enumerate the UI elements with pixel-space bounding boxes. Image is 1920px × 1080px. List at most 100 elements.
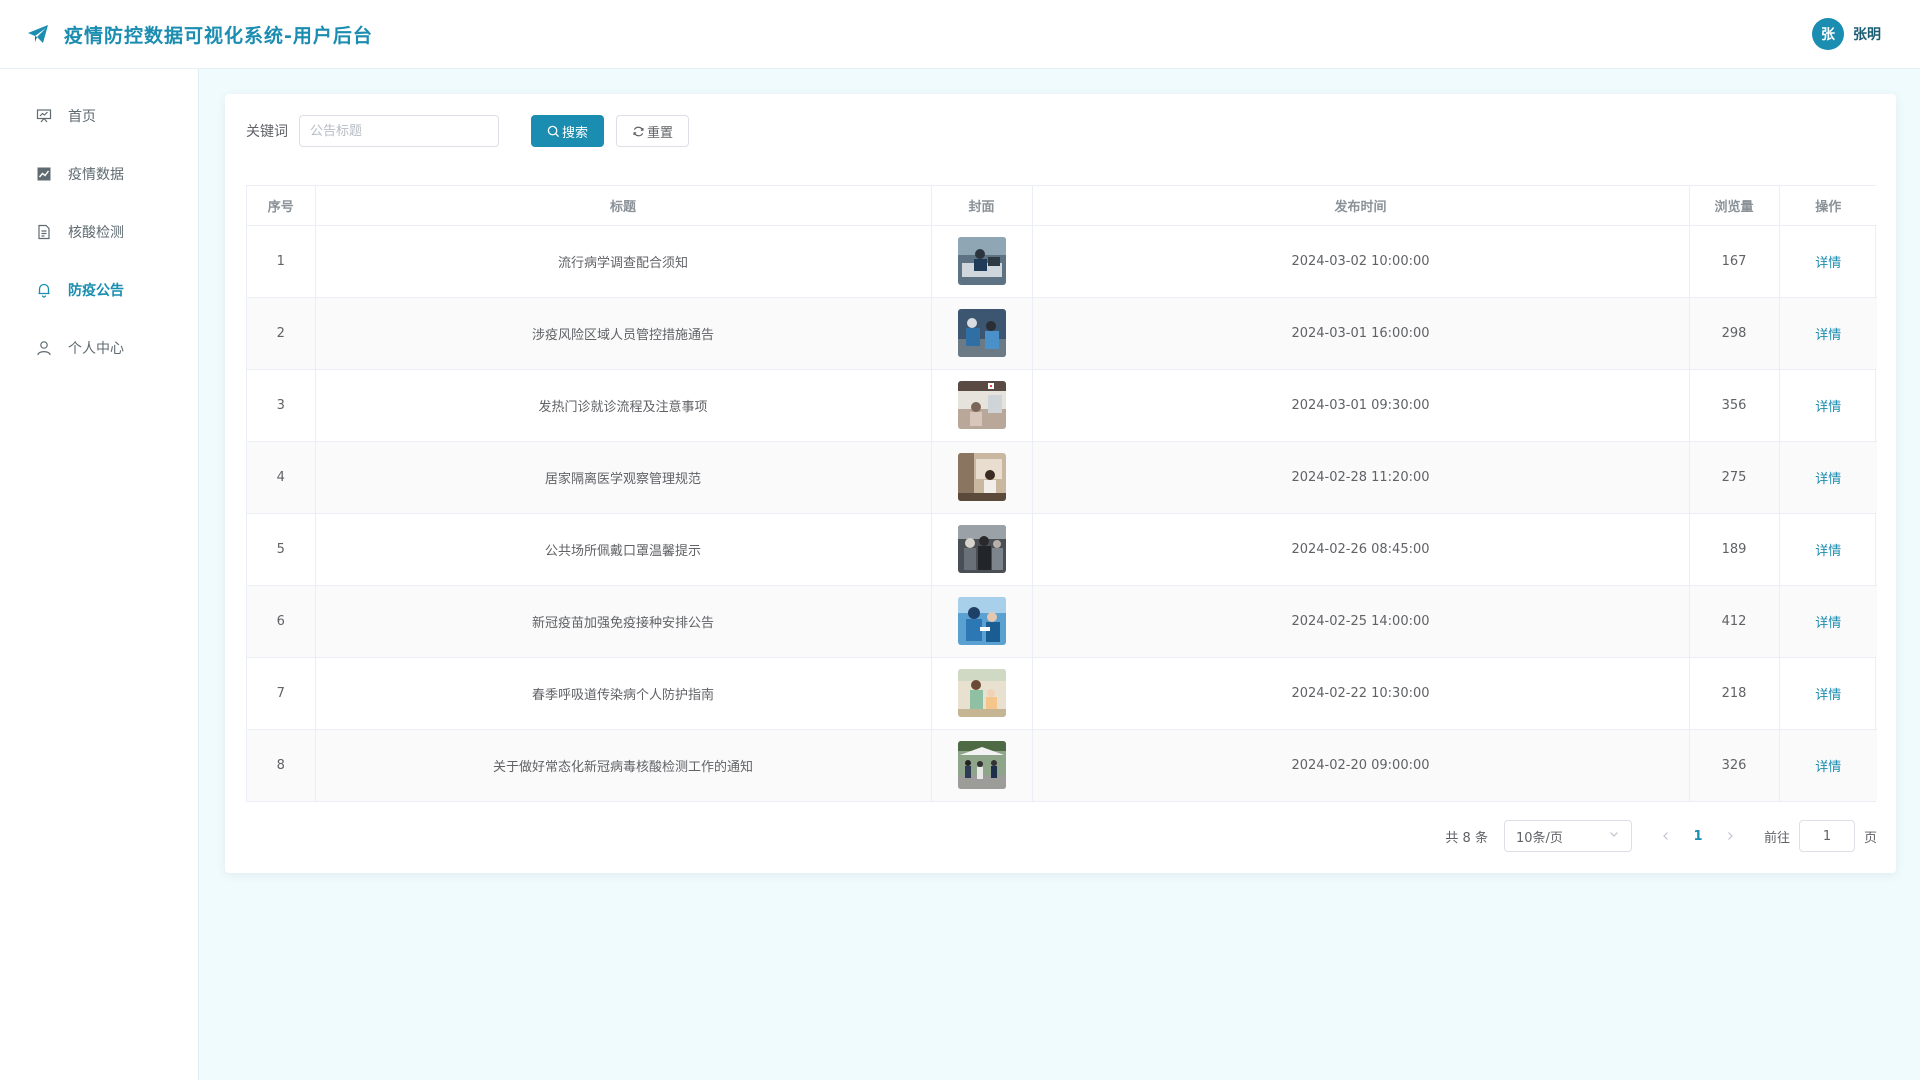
row-index: 8 [247,729,316,801]
column-header-time: 发布时间 [1032,186,1690,226]
table-row: 4 居家隔离医学观察管理规范 2024-02-28 11:20:00 275 详… [247,441,1877,514]
detail-link[interactable]: 详情 [1815,760,1841,775]
cover-image[interactable] [957,597,1006,645]
detail-link[interactable]: 详情 [1815,472,1841,487]
document-icon [36,224,52,240]
search-bar: 关键词 搜索 重置 [246,115,690,147]
row-title: 居家隔离医学观察管理规范 [315,441,932,514]
cover-image[interactable] [957,525,1006,573]
page-jump: 前往 页 [1764,820,1877,852]
sidebar-item-announcements[interactable]: 防疫公告 [0,261,198,319]
detail-link[interactable]: 详情 [1815,256,1841,271]
sidebar-item-label: 防疫公告 [68,283,124,299]
row-time: 2024-02-26 08:45:00 [1032,513,1690,586]
row-cover [931,297,1033,370]
next-page-button[interactable] [1716,831,1744,841]
row-time: 2024-02-20 09:00:00 [1032,729,1690,801]
row-cover [931,585,1033,658]
detail-link[interactable]: 详情 [1815,544,1841,559]
user-name[interactable]: 张明 [1853,24,1881,44]
row-index: 5 [247,513,316,586]
table-row: 3 发热门诊就诊流程及注意事项 2024-03-01 09:30:00 356 … [247,369,1877,442]
reset-button-label: 重置 [647,125,674,141]
sidebar-item-profile[interactable]: 个人中心 [0,319,198,377]
prev-page-button[interactable] [1652,831,1680,841]
chevron-right-icon [1728,832,1733,840]
search-button-label: 搜索 [562,125,589,141]
row-time: 2024-03-01 16:00:00 [1032,297,1690,370]
app-title: 疫情防控数据可视化系统-用户后台 [64,24,373,47]
table-row: 7 春季呼吸道传染病个人防护指南 2024-02-22 10:30:00 218… [247,657,1877,730]
row-index: 4 [247,441,316,514]
total-count: 共 8 条 [1445,830,1488,846]
chevron-down-icon [1608,828,1620,844]
row-title: 流行病学调查配合须知 [315,225,932,298]
announcement-panel: 关键词 搜索 重置 [225,94,1896,873]
row-index: 1 [247,225,316,298]
row-action: 详情 [1779,513,1877,586]
line-chart-icon [36,166,52,182]
detail-link[interactable]: 详情 [1815,688,1841,703]
row-title: 春季呼吸道传染病个人防护指南 [315,657,932,730]
page-number-current[interactable]: 1 [1680,829,1716,844]
row-index: 7 [247,657,316,730]
page-unit-label: 页 [1863,830,1877,846]
detail-link[interactable]: 详情 [1815,400,1841,415]
user-icon [36,340,52,356]
table-row: 1 流行病学调查配合须知 2024-03-02 10:00:00 167 详情 [247,225,1877,298]
row-title: 涉疫风险区域人员管控措施通告 [315,297,932,370]
detail-link[interactable]: 详情 [1815,328,1841,343]
cover-image[interactable] [957,741,1006,790]
row-time: 2024-03-02 10:00:00 [1032,225,1690,298]
cover-image[interactable] [957,453,1006,501]
row-action: 详情 [1779,657,1877,730]
cover-image[interactable] [957,669,1006,717]
row-cover [931,729,1033,801]
top-header: 疫情防控数据可视化系统-用户后台 张 张明 [0,0,1920,69]
detail-link[interactable]: 详情 [1815,616,1841,631]
row-views: 326 [1689,729,1780,801]
row-index: 3 [247,369,316,442]
avatar[interactable]: 张 [1812,18,1844,50]
sidebar: 首页 疫情数据 核酸检测 防疫公告 个人中心 [0,69,199,1080]
reset-button[interactable]: 重置 [616,115,690,147]
search-input[interactable] [299,115,499,147]
refresh-icon [632,125,645,138]
presentation-board-icon [36,108,52,124]
column-header-action: 操作 [1779,186,1877,226]
table-header-row: 序号 标题 封面 发布时间 浏览量 操作 [247,186,1877,226]
cover-image[interactable] [957,309,1006,357]
cover-image[interactable] [957,381,1006,429]
column-header-views: 浏览量 [1689,186,1780,226]
row-action: 详情 [1779,441,1877,514]
row-action: 详情 [1779,225,1877,298]
row-views: 298 [1689,297,1780,370]
sidebar-item-label: 疫情数据 [68,167,124,183]
paper-plane-icon [26,22,50,46]
sidebar-item-home[interactable]: 首页 [0,87,198,145]
bell-icon [36,282,52,298]
row-time: 2024-02-22 10:30:00 [1032,657,1690,730]
column-header-title: 标题 [315,186,932,226]
row-cover [931,369,1033,442]
row-title: 新冠疫苗加强免疫接种安排公告 [315,585,932,658]
row-cover [931,225,1033,298]
row-cover [931,657,1033,730]
brand: 疫情防控数据可视化系统-用户后台 [26,21,373,48]
row-views: 275 [1689,441,1780,514]
row-index: 2 [247,297,316,370]
page-size-select[interactable]: 10条/页 [1503,820,1632,852]
sidebar-item-label: 个人中心 [68,341,124,357]
sidebar-item-nucleic-test[interactable]: 核酸检测 [0,203,198,261]
sidebar-item-epidemic-data[interactable]: 疫情数据 [0,145,198,203]
search-button[interactable]: 搜索 [531,115,605,147]
chevron-left-icon [1663,832,1668,840]
user-menu[interactable]: 张 张明 [1812,18,1881,50]
row-time: 2024-03-01 09:30:00 [1032,369,1690,442]
row-title: 公共场所佩戴口罩温馨提示 [315,513,932,586]
cover-image[interactable] [957,237,1006,285]
sidebar-item-label: 核酸检测 [68,225,124,241]
row-views: 412 [1689,585,1780,658]
goto-page-input[interactable] [1798,820,1855,852]
row-time: 2024-02-25 14:00:00 [1032,585,1690,658]
